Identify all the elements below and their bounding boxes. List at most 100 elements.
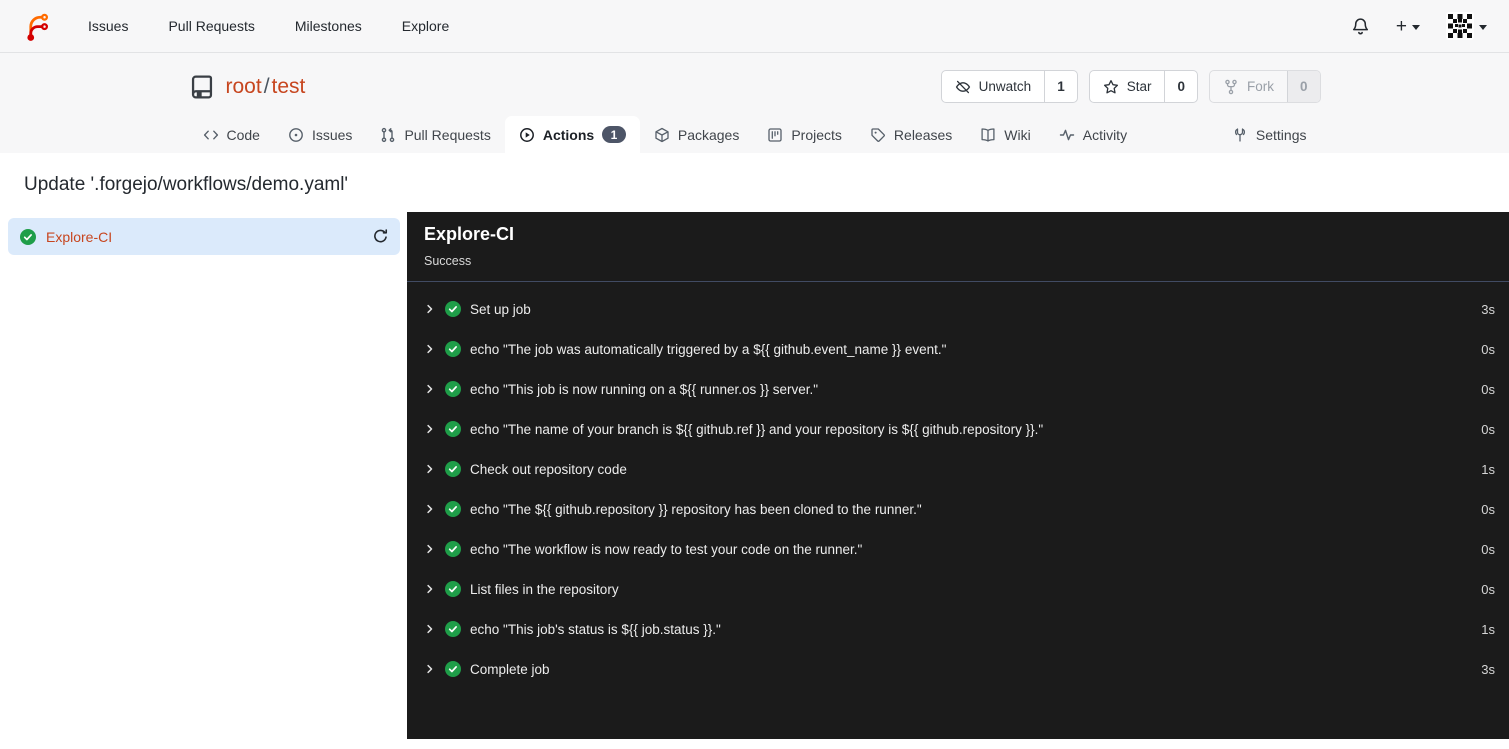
jobs-sidebar: Explore-CI: [0, 212, 407, 739]
step-row[interactable]: Complete job 3s: [407, 649, 1509, 689]
step-row[interactable]: echo "The ${{ github.repository }} repos…: [407, 489, 1509, 529]
step-duration: 0s: [1481, 501, 1495, 517]
step-row[interactable]: echo "The workflow is now ready to test …: [407, 529, 1509, 569]
tab-pull-requests[interactable]: Pull Requests: [366, 117, 504, 153]
notifications-button[interactable]: [1351, 17, 1370, 36]
actions-count-badge: 1: [602, 126, 626, 143]
star-button-group: Star 0: [1088, 70, 1198, 103]
caret-down-icon: [1479, 24, 1487, 30]
step-name: echo "This job is now running on a ${{ r…: [470, 381, 819, 397]
check-circle-icon: [445, 421, 461, 437]
nav-item-issues[interactable]: Issues: [88, 18, 128, 34]
step-name: echo "This job's status is ${{ job.statu…: [470, 621, 721, 637]
check-circle-icon: [445, 661, 461, 677]
step-name: echo "The workflow is now ready to test …: [470, 541, 863, 557]
star-icon: [1103, 79, 1119, 95]
check-circle-icon: [445, 541, 461, 557]
step-row[interactable]: echo "The job was automatically triggere…: [407, 329, 1509, 369]
step-row[interactable]: Set up job 3s: [407, 289, 1509, 329]
check-circle-icon: [20, 228, 36, 245]
forgejo-logo-icon: [22, 11, 52, 41]
chevron-right-icon: [424, 343, 436, 355]
tab-activity[interactable]: Activity: [1045, 117, 1141, 153]
step-duration: 1s: [1481, 461, 1495, 477]
tab-code[interactable]: Code: [189, 117, 274, 153]
chevron-right-icon: [424, 423, 436, 435]
tab-releases[interactable]: Releases: [856, 117, 966, 153]
chevron-right-icon: [424, 543, 436, 555]
tab-wiki[interactable]: Wiki: [966, 117, 1044, 153]
repo-separator: /: [263, 74, 270, 98]
tab-actions[interactable]: Actions 1: [504, 116, 640, 153]
check-circle-icon: [445, 341, 461, 357]
nav-item-milestones[interactable]: Milestones: [295, 18, 362, 34]
watchers-count[interactable]: 1: [1044, 71, 1077, 102]
unwatch-button[interactable]: Unwatch: [942, 71, 1045, 102]
issue-icon: [288, 127, 304, 143]
step-row[interactable]: echo "The name of your branch is ${{ git…: [407, 409, 1509, 449]
bell-icon: [1351, 17, 1370, 36]
navbar: Issues Pull Requests Milestones Explore …: [0, 0, 1509, 53]
repo-owner-link[interactable]: root: [226, 75, 262, 98]
job-log-header: Explore-CI Success: [407, 212, 1509, 282]
watch-button-group: Unwatch 1: [940, 70, 1078, 103]
tab-issues[interactable]: Issues: [274, 117, 366, 153]
step-list: Set up job 3s echo "The job was automati…: [407, 282, 1509, 689]
tab-settings[interactable]: Settings: [1218, 117, 1321, 153]
step-duration: 0s: [1481, 341, 1495, 357]
step-duration: 0s: [1481, 381, 1495, 397]
fork-button: Fork: [1210, 71, 1287, 102]
package-icon: [654, 127, 670, 143]
forgejo-logo[interactable]: [22, 11, 52, 41]
step-name: echo "The job was automatically triggere…: [470, 341, 947, 357]
navbar-links: Issues Pull Requests Milestones Explore: [88, 18, 449, 34]
chevron-right-icon: [424, 583, 436, 595]
check-circle-icon: [445, 461, 461, 477]
check-circle-icon: [445, 381, 461, 397]
check-circle-icon: [445, 501, 461, 517]
star-button[interactable]: Star: [1090, 71, 1165, 102]
eye-slash-icon: [955, 79, 971, 95]
step-duration: 1s: [1481, 621, 1495, 637]
check-circle-icon: [445, 621, 461, 637]
refresh-icon: [372, 228, 389, 245]
step-row[interactable]: echo "This job's status is ${{ job.statu…: [407, 609, 1509, 649]
step-row[interactable]: Check out repository code 1s: [407, 449, 1509, 489]
repo-tabs: Code Issues Pull Requests Actions 1 Pack…: [189, 116, 1321, 153]
step-duration: 3s: [1481, 661, 1495, 677]
avatar: [1446, 12, 1474, 40]
check-circle-icon: [445, 301, 461, 317]
job-log-panel: Explore-CI Success Set up job 3s echo "T…: [407, 212, 1509, 739]
tools-icon: [1232, 127, 1248, 143]
job-item-explore-ci[interactable]: Explore-CI: [8, 218, 400, 255]
step-row[interactable]: echo "This job is now running on a ${{ r…: [407, 369, 1509, 409]
stars-count[interactable]: 0: [1164, 71, 1197, 102]
rerun-job-button[interactable]: [372, 228, 389, 245]
step-name: List files in the repository: [470, 581, 619, 597]
step-row[interactable]: List files in the repository 0s: [407, 569, 1509, 609]
tab-packages[interactable]: Packages: [640, 117, 753, 153]
chevron-right-icon: [424, 303, 436, 315]
book-icon: [980, 127, 996, 143]
job-name: Explore-CI: [46, 228, 113, 245]
job-status-text: Success: [424, 254, 472, 268]
run-view: Explore-CI Explore-CI Success Set up job…: [0, 212, 1509, 739]
forks-count: 0: [1286, 71, 1320, 102]
user-menu-button[interactable]: [1446, 12, 1487, 40]
check-circle-icon: [445, 581, 461, 597]
nav-item-explore[interactable]: Explore: [402, 18, 449, 34]
create-new-button[interactable]: +: [1396, 17, 1420, 36]
step-duration: 0s: [1481, 421, 1495, 437]
repo-name-link[interactable]: test: [272, 75, 306, 98]
tab-projects[interactable]: Projects: [753, 117, 856, 153]
tag-icon: [870, 127, 886, 143]
chevron-right-icon: [424, 383, 436, 395]
step-duration: 3s: [1481, 301, 1495, 317]
chevron-right-icon: [424, 463, 436, 475]
nav-item-pull-requests[interactable]: Pull Requests: [168, 18, 254, 34]
repo-title: root/test: [189, 74, 306, 100]
caret-down-icon: [1412, 24, 1420, 30]
code-icon: [203, 127, 219, 143]
fork-button-group: Fork 0: [1208, 70, 1321, 103]
chevron-right-icon: [424, 503, 436, 515]
